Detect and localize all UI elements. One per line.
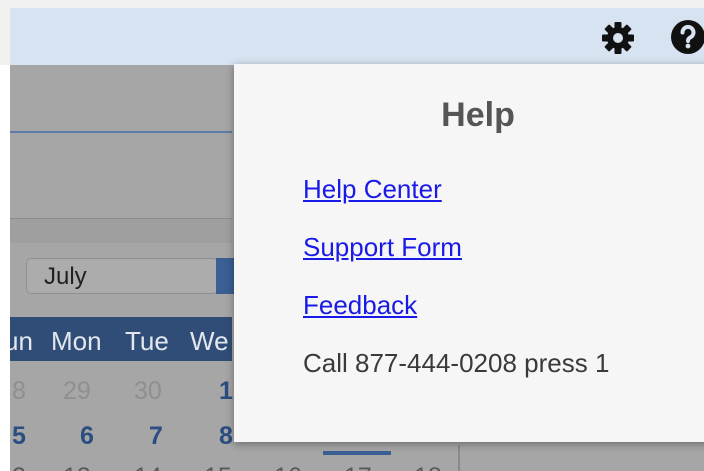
weekday-tue: Tue: [125, 326, 169, 356]
calendar-day[interactable]: 16: [274, 463, 302, 471]
support-form-link[interactable]: Support Form: [303, 232, 462, 263]
help-popover: Help Help Center Support Form Feedback C…: [234, 64, 704, 442]
support-phone-text: Call 877-444-0208 press 1: [303, 348, 610, 378]
calendar-day[interactable]: 17: [344, 463, 372, 471]
calendar-day[interactable]: 5: [12, 422, 26, 451]
month-select-arrow[interactable]: [216, 258, 236, 294]
gear-icon[interactable]: [597, 17, 639, 59]
calendar-day[interactable]: 18: [414, 463, 442, 471]
calendar-day[interactable]: 7: [149, 422, 163, 451]
calendar-day[interactable]: 14: [134, 463, 162, 471]
question-circle-icon[interactable]: [666, 15, 704, 59]
help-center-link[interactable]: Help Center: [303, 174, 442, 205]
calendar-day[interactable]: 1: [219, 377, 233, 406]
calendar-day[interactable]: 2: [12, 463, 26, 471]
calendar-day[interactable]: 8: [12, 377, 26, 406]
tab-underline: [10, 131, 232, 133]
divider: [458, 445, 460, 471]
background-band: [10, 218, 232, 243]
weekday-mon: Mon: [51, 326, 102, 356]
weekday-wed: We: [190, 326, 229, 356]
selected-day-indicator: [323, 451, 391, 455]
calendar-day[interactable]: 8: [219, 422, 233, 451]
help-popover-title: Help: [441, 96, 515, 134]
feedback-link[interactable]: Feedback: [303, 290, 417, 321]
calendar-day[interactable]: 30: [134, 377, 162, 406]
weekday-sun: un: [10, 326, 33, 356]
calendar-day[interactable]: 15: [204, 463, 232, 471]
top-bar: [0, 0, 704, 65]
calendar-day[interactable]: 13: [63, 463, 91, 471]
month-select-value: July: [44, 263, 87, 290]
calendar-day[interactable]: 29: [63, 377, 91, 406]
calendar-day[interactable]: 6: [80, 422, 94, 451]
